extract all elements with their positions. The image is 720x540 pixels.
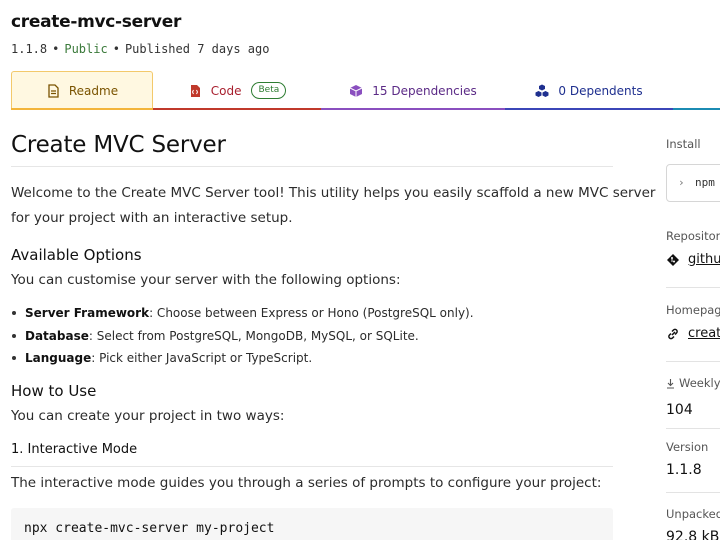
option-term: Server Framework (25, 306, 149, 320)
tab-readme[interactable]: Readme (11, 71, 153, 110)
repository-label: Repository (666, 229, 720, 243)
readme-title: Create MVC Server (11, 132, 226, 158)
package-tabs: Readme Code Beta 15 Dependencies 0 Depen… (0, 71, 720, 110)
tab-underline (153, 108, 321, 110)
install-command: npm i create-mvc-server (695, 176, 720, 189)
tab-dependencies[interactable]: 15 Dependencies (321, 71, 505, 110)
meta-separator: • (52, 42, 59, 56)
option-term: Language (25, 351, 91, 365)
option-desc: : Pick either JavaScript or TypeScript. (91, 351, 312, 365)
weekly-downloads-value: 104 (666, 402, 693, 418)
option-desc: : Choose between Express or Hono (Postgr… (149, 306, 473, 320)
tab-underline (321, 108, 505, 110)
howto-heading: How to Use (11, 382, 96, 400)
tab-versions[interactable] (673, 71, 720, 110)
box-icon (349, 84, 363, 98)
title-divider (11, 166, 613, 167)
package-name: create-mvc-server (11, 12, 181, 32)
prompt-icon: › (678, 176, 685, 189)
version-value: 1.1.8 (666, 462, 702, 478)
sidebar-divider (666, 428, 720, 429)
document-icon (46, 84, 60, 98)
mode-text: The interactive mode guides you through … (11, 475, 601, 491)
install-label: Install (666, 137, 701, 151)
tab-dependencies-label: 15 Dependencies (372, 84, 476, 98)
tab-underline (505, 108, 673, 110)
package-version: 1.1.8 (11, 42, 47, 56)
option-term: Database (25, 329, 89, 343)
howto-text: You can create your project in two ways: (11, 408, 284, 424)
unpacked-size-label: Unpacked Size (666, 507, 720, 521)
version-label: Version (666, 440, 708, 454)
tab-readme-label: Readme (69, 84, 118, 98)
tab-code[interactable]: Code Beta (153, 71, 321, 110)
bullet-icon (12, 311, 16, 315)
repository-link-text: github.com (688, 252, 720, 267)
package-sidebar: Install › npm i create-mvc-server Reposi… (666, 110, 720, 540)
beta-badge: Beta (251, 82, 286, 99)
list-item: Database: Select from PostgreSQL, MongoD… (11, 329, 419, 343)
boxes-icon (535, 84, 549, 98)
heading-divider (11, 466, 613, 467)
download-icon (666, 378, 675, 389)
mode-heading: 1. Interactive Mode (11, 442, 137, 457)
list-item: Server Framework: Choose between Express… (11, 306, 474, 320)
unpacked-size-value: 92.8 kB (666, 529, 719, 540)
homepage-link[interactable]: create-mvc-server (666, 326, 720, 341)
tab-dependents-label: 0 Dependents (558, 84, 642, 98)
weekly-downloads-label-text: Weekly Downloads (679, 376, 720, 390)
code-line: npx create-mvc-server my-project (24, 521, 274, 536)
weekly-downloads-label: Weekly Downloads (666, 376, 720, 390)
options-text: You can customise your server with the f… (11, 272, 401, 288)
link-icon (666, 327, 680, 341)
package-published: Published 7 days ago (125, 42, 270, 56)
sidebar-divider (666, 361, 720, 362)
sidebar-divider (666, 492, 720, 493)
list-item: Language: Pick either JavaScript or Type… (11, 351, 312, 365)
repository-link[interactable]: github.com (666, 252, 720, 267)
options-heading: Available Options (11, 246, 142, 264)
code-file-icon (188, 84, 202, 98)
tab-dependents[interactable]: 0 Dependents (505, 71, 673, 110)
git-icon (666, 253, 680, 267)
package-meta: 1.1.8 • Public • Published 7 days ago (11, 42, 269, 56)
package-visibility: Public (64, 42, 107, 56)
intro-text: for your project with an interactive set… (11, 210, 293, 226)
install-command-box[interactable]: › npm i create-mvc-server (666, 164, 720, 202)
meta-separator: • (113, 42, 120, 56)
intro-text: Welcome to the Create MVC Server tool! T… (11, 185, 655, 201)
option-desc: : Select from PostgreSQL, MongoDB, MySQL… (89, 329, 419, 343)
tab-code-label: Code (211, 84, 242, 98)
bullet-icon (12, 356, 16, 360)
tab-underline (11, 108, 153, 110)
bullet-icon (12, 334, 16, 338)
homepage-label: Homepage (666, 303, 720, 317)
code-block: npx create-mvc-server my-project (11, 508, 613, 540)
sidebar-divider (666, 287, 720, 288)
homepage-link-text: create-mvc-server (688, 326, 720, 341)
